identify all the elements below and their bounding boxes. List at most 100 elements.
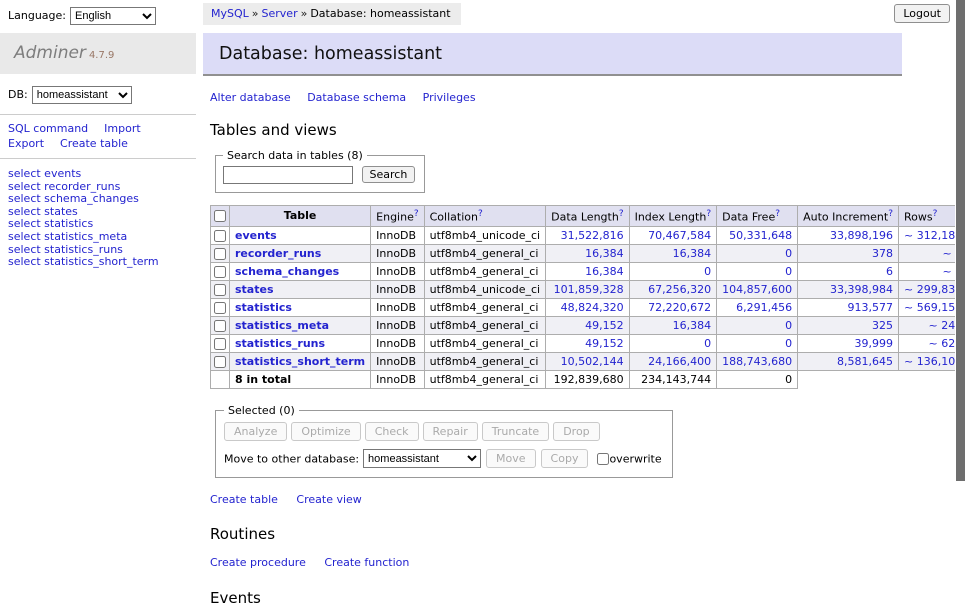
auto-increment-link[interactable]: 8,581,645: [837, 355, 893, 368]
table-name-link[interactable]: statistics: [235, 301, 292, 314]
row-checkbox[interactable]: [214, 320, 226, 332]
data-length-link[interactable]: 101,859,328: [554, 283, 624, 296]
auto-increment-link[interactable]: 39,999: [855, 337, 894, 350]
breadcrumb-server-link[interactable]: Server: [262, 7, 298, 20]
analyze-button[interactable]: Analyze: [224, 422, 287, 441]
truncate-button[interactable]: Truncate: [482, 422, 549, 441]
auto-increment-link[interactable]: 378: [872, 247, 893, 260]
data-length-link[interactable]: 49,152: [585, 337, 624, 350]
index-length-link[interactable]: 16,384: [673, 319, 712, 332]
data-free-link[interactable]: 0: [785, 247, 792, 260]
sidebar-link-import[interactable]: Import: [104, 122, 141, 135]
table-name-link[interactable]: recorder_runs: [235, 247, 321, 260]
data-length-link[interactable]: 31,522,816: [561, 229, 624, 242]
sidebar-select-link[interactable]: select statistics_meta: [8, 231, 196, 244]
app-name-link[interactable]: Adminer: [14, 43, 86, 63]
index-length-link[interactable]: 67,256,320: [648, 283, 711, 296]
row-checkbox[interactable]: [214, 302, 226, 314]
db-select[interactable]: homeassistant: [32, 86, 132, 104]
drop-button[interactable]: Drop: [553, 422, 599, 441]
index-length-link[interactable]: 70,467,584: [648, 229, 711, 242]
data-length-link[interactable]: 16,384: [585, 265, 624, 278]
sidebar-select-link[interactable]: select events: [8, 168, 196, 181]
auto-increment-link[interactable]: 33,398,984: [830, 283, 893, 296]
auto-increment-link[interactable]: 6: [886, 265, 893, 278]
column-help-link[interactable]: ?: [478, 209, 483, 219]
breadcrumb-mysql-link[interactable]: MySQL: [211, 7, 249, 20]
data-length-link[interactable]: 10,502,144: [561, 355, 624, 368]
index-length-link[interactable]: 72,220,672: [648, 301, 711, 314]
optimize-button[interactable]: Optimize: [291, 422, 360, 441]
table-name-link[interactable]: events: [235, 229, 277, 242]
engine-cell: InnoDB: [371, 298, 424, 316]
sidebar-link-export[interactable]: Export: [8, 137, 44, 150]
row-checkbox[interactable]: [214, 266, 226, 278]
column-help-link[interactable]: ?: [933, 209, 938, 219]
data-length-link[interactable]: 16,384: [585, 247, 624, 260]
privileges-link[interactable]: Privileges: [423, 91, 476, 104]
engine-cell: InnoDB: [371, 244, 424, 262]
column-help-link[interactable]: ?: [414, 209, 419, 219]
vertical-scrollbar[interactable]: [955, 0, 966, 543]
rows-count-link[interactable]: ~ 136,108: [904, 355, 962, 368]
row-checkbox[interactable]: [214, 230, 226, 242]
column-help-link[interactable]: ?: [775, 209, 780, 219]
check-button[interactable]: Check: [365, 422, 419, 441]
sidebar-link-create-table[interactable]: Create table: [60, 137, 128, 150]
data-length-link[interactable]: 48,824,320: [561, 301, 624, 314]
auto-increment-link[interactable]: 325: [872, 319, 893, 332]
row-checkbox[interactable]: [214, 338, 226, 350]
create-procedure-link[interactable]: Create procedure: [210, 556, 306, 569]
create-function-link[interactable]: Create function: [324, 556, 409, 569]
search-input[interactable]: [223, 166, 353, 184]
database-schema-link[interactable]: Database schema: [307, 91, 406, 104]
move-button[interactable]: Move: [486, 449, 536, 468]
rows-count-link[interactable]: ~ 299,833: [904, 283, 962, 296]
sidebar-link-sql-command[interactable]: SQL command: [8, 122, 88, 135]
rows-count-link[interactable]: ~ 312,180: [904, 229, 962, 242]
index-length-link[interactable]: 16,384: [673, 247, 712, 260]
create-table-link[interactable]: Create table: [210, 493, 278, 506]
data-free-link[interactable]: 104,857,600: [722, 283, 792, 296]
sidebar-select-link[interactable]: select schema_changes: [8, 193, 196, 206]
index-length-link[interactable]: 24,166,400: [648, 355, 711, 368]
copy-button[interactable]: Copy: [541, 449, 589, 468]
column-help-link[interactable]: ?: [619, 209, 624, 219]
data-free-link[interactable]: 6,291,456: [736, 301, 792, 314]
data-free-link[interactable]: 0: [785, 319, 792, 332]
search-button[interactable]: Search: [362, 166, 416, 183]
repair-button[interactable]: Repair: [423, 422, 478, 441]
data-free-link[interactable]: 0: [785, 265, 792, 278]
auto-increment-link[interactable]: 913,577: [848, 301, 894, 314]
data-free-link[interactable]: 188,743,680: [722, 355, 792, 368]
auto-increment-link[interactable]: 33,898,196: [830, 229, 893, 242]
table-name-link[interactable]: statistics_short_term: [235, 355, 365, 368]
column-help-link[interactable]: ?: [706, 209, 711, 219]
scrollbar-thumb[interactable]: [956, 0, 965, 481]
sidebar-select-link[interactable]: select statistics_short_term: [8, 256, 196, 269]
table-name-link[interactable]: schema_changes: [235, 265, 339, 278]
move-database-select[interactable]: homeassistant: [363, 449, 481, 468]
index-length-link[interactable]: 0: [704, 337, 711, 350]
overwrite-checkbox[interactable]: [597, 453, 609, 465]
table-name-link[interactable]: statistics_runs: [235, 337, 325, 350]
table-name-link[interactable]: statistics_meta: [235, 319, 329, 332]
table-row: recorder_runsInnoDButf8mb4_general_ci16,…: [211, 244, 966, 262]
select-all-checkbox[interactable]: [214, 210, 226, 222]
rows-count-link[interactable]: ~ 569,159: [904, 301, 962, 314]
create-view-link[interactable]: Create view: [296, 493, 361, 506]
data-free-link[interactable]: 0: [785, 337, 792, 350]
db-label: DB:: [8, 88, 28, 101]
row-checkbox[interactable]: [214, 356, 226, 368]
table-name-link[interactable]: states: [235, 283, 274, 296]
row-check-cell: [211, 316, 230, 334]
data-free-link[interactable]: 50,331,648: [729, 229, 792, 242]
logout-button[interactable]: Logout: [894, 4, 950, 23]
row-checkbox[interactable]: [214, 248, 226, 260]
column-help-link[interactable]: ?: [888, 209, 893, 219]
data-length-link[interactable]: 49,152: [585, 319, 624, 332]
language-select[interactable]: English: [70, 7, 156, 25]
row-checkbox[interactable]: [214, 284, 226, 296]
index-length-link[interactable]: 0: [704, 265, 711, 278]
alter-database-link[interactable]: Alter database: [210, 91, 291, 104]
